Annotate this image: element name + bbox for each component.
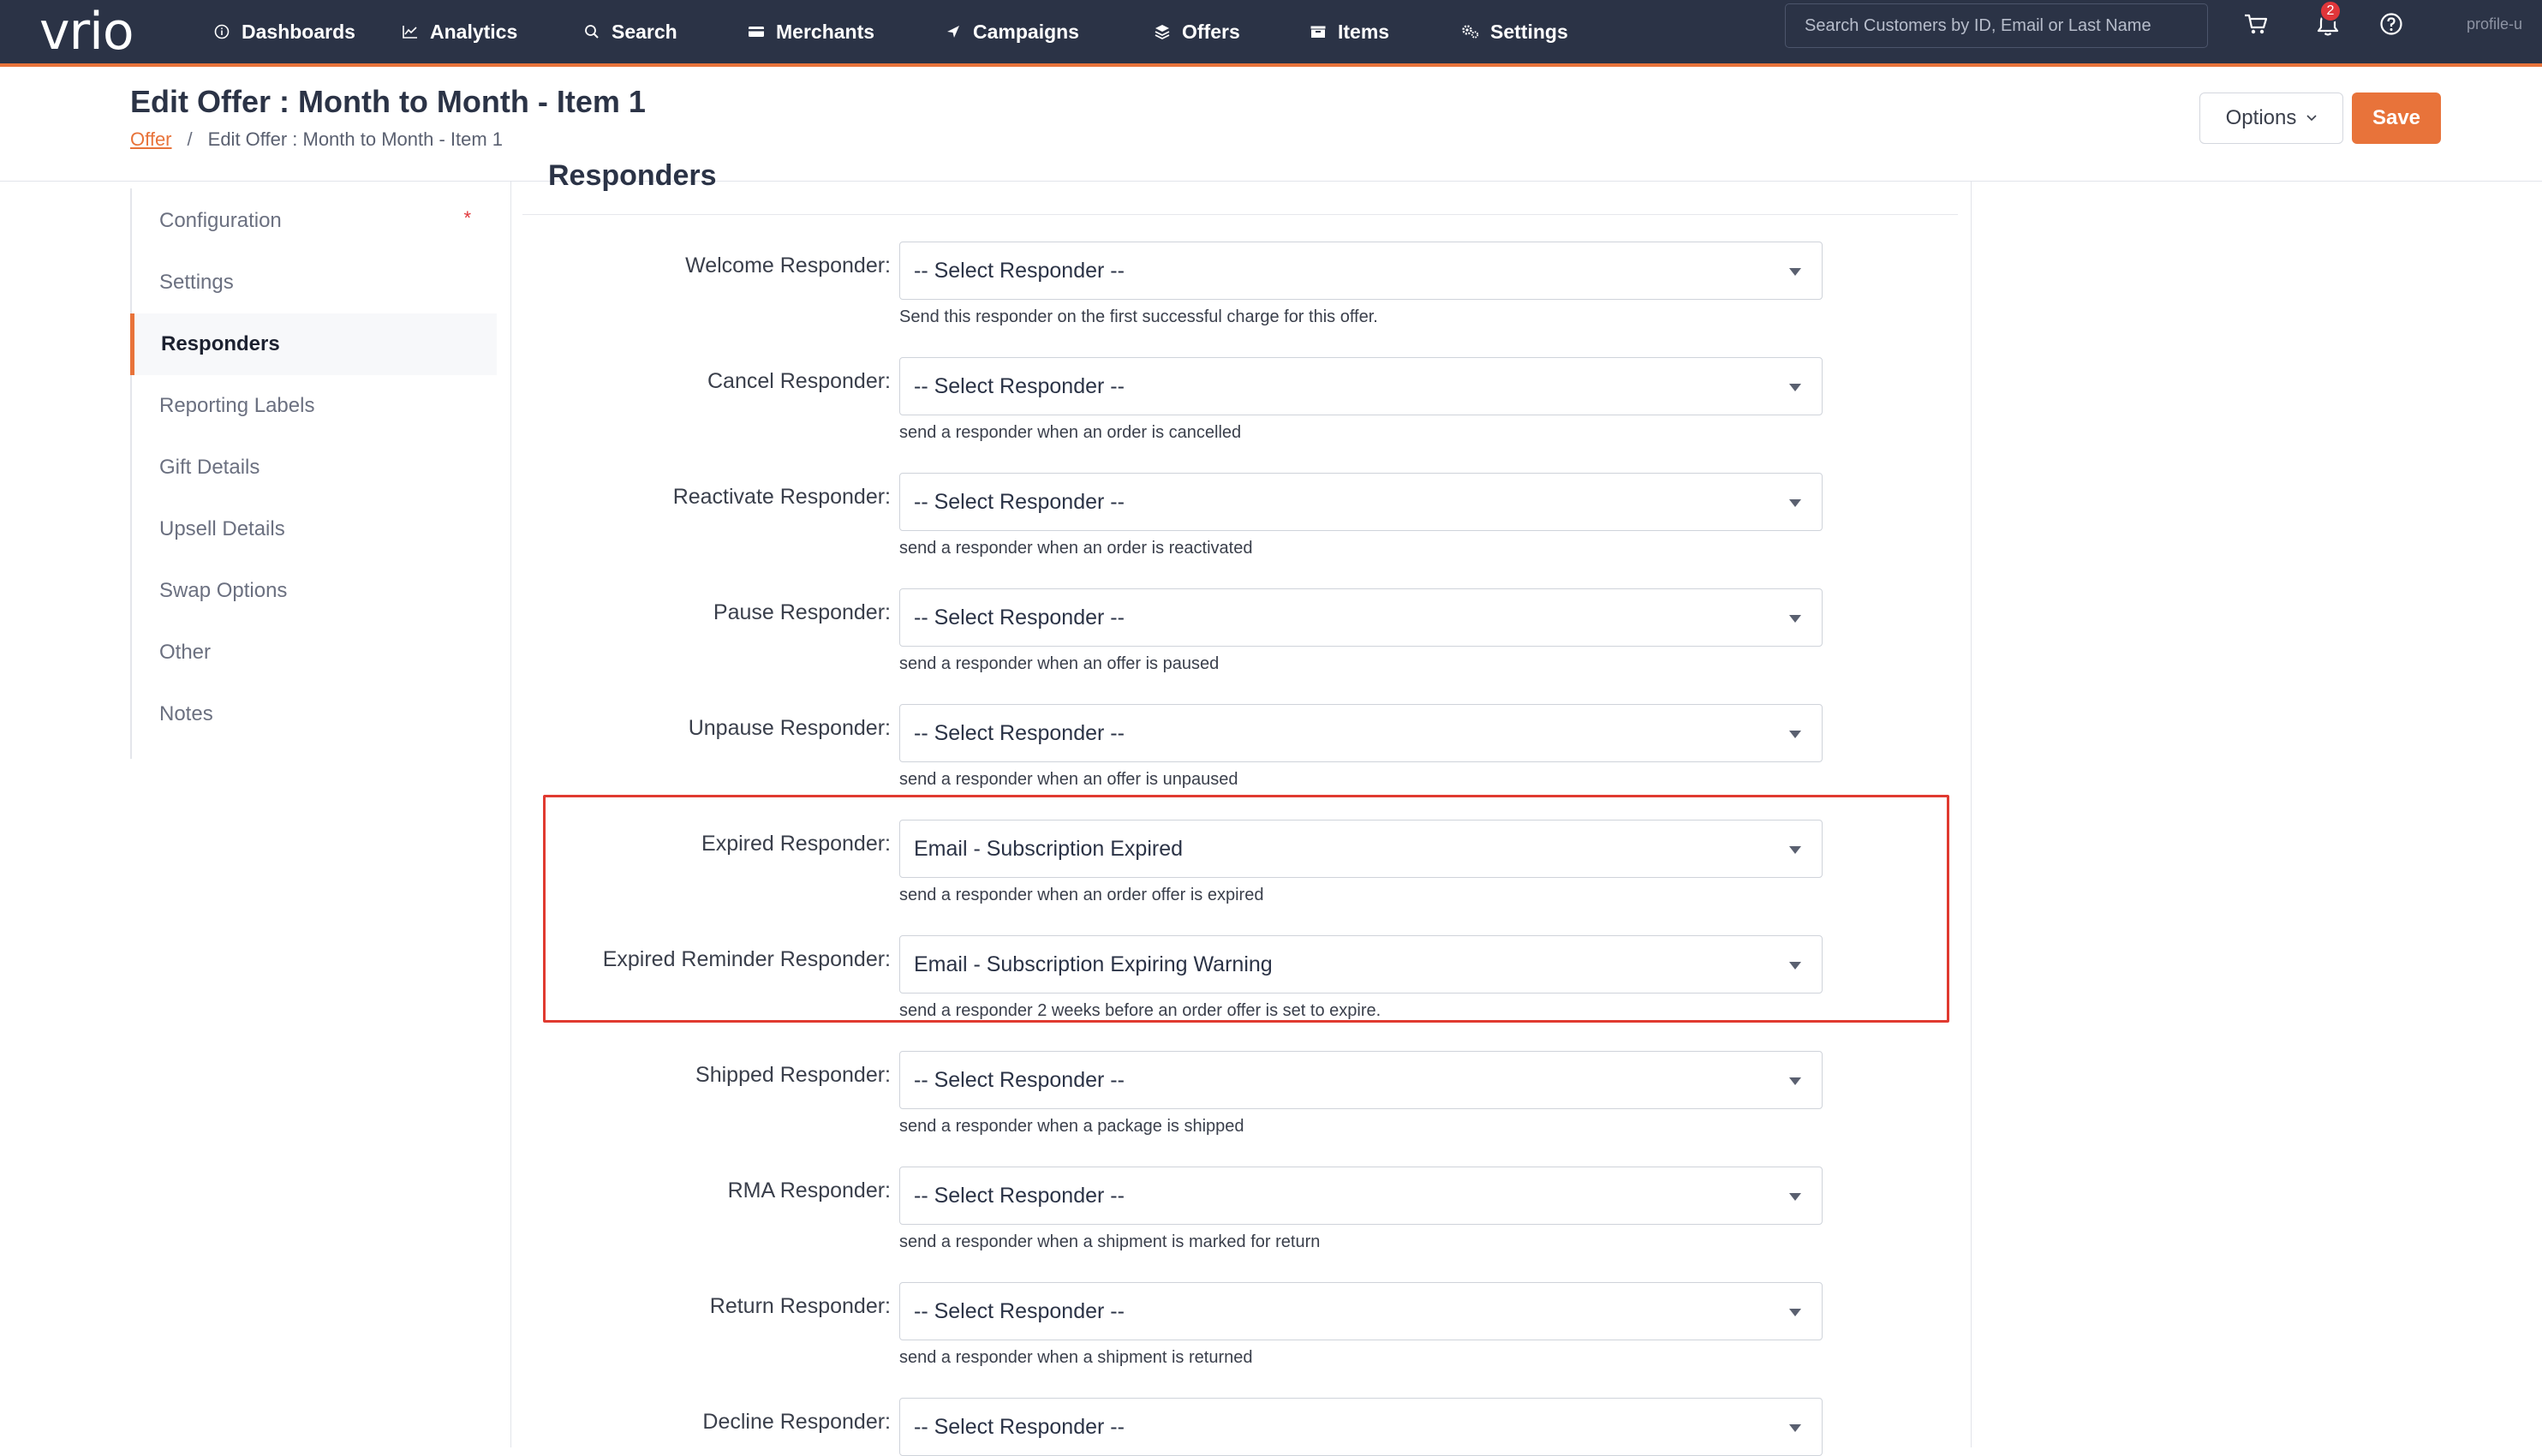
sidebar-item-label: Responders [161, 332, 280, 355]
layers-icon [1153, 22, 1172, 41]
cancel-responder-select[interactable]: -- Select Responder -- [899, 357, 1823, 415]
caret-down-icon [1789, 1077, 1801, 1085]
sidebar-item-label: Configuration [159, 209, 282, 232]
search-icon [582, 22, 601, 41]
required-marker: * [463, 207, 471, 229]
info-circle-icon [212, 22, 231, 41]
pause-responder-label: Pause Responder: [713, 600, 891, 624]
welcome-responder-label: Welcome Responder: [685, 254, 891, 277]
nav-search[interactable]: Search [582, 0, 677, 63]
reactivate-responder-select[interactable]: -- Select Responder -- [899, 473, 1823, 531]
shipped-responder-hint: send a responder when a package is shipp… [899, 1117, 1244, 1136]
line-chart-icon [401, 22, 420, 41]
help-icon[interactable] [2376, 9, 2407, 39]
cart-icon[interactable] [2241, 9, 2271, 39]
unpause-responder-hint: send a responder when an offer is unpaus… [899, 770, 1238, 789]
search-placeholder: Search Customers by ID, Email or Last Na… [1805, 15, 2151, 35]
nav-offers-label: Offers [1182, 20, 1240, 43]
welcome-responder-select[interactable]: -- Select Responder -- [899, 242, 1823, 300]
select-value: -- Select Responder -- [914, 1183, 1125, 1208]
vrio-logo[interactable]: vrio [39, 2, 134, 62]
send-icon [944, 22, 963, 41]
breadcrumb: Offer / Edit Offer : Month to Month - It… [130, 128, 503, 151]
nav-search-label: Search [612, 20, 677, 43]
caret-down-icon [1789, 1309, 1801, 1316]
section-title: Responders [548, 159, 717, 192]
shipped-responder-label: Shipped Responder: [695, 1063, 891, 1087]
customer-search-input[interactable]: Search Customers by ID, Email or Last Na… [1785, 3, 2208, 48]
select-value: -- Select Responder -- [914, 720, 1125, 745]
page-header: Edit Offer : Month to Month - Item 1 Off… [0, 67, 2542, 182]
page-title: Edit Offer : Month to Month - Item 1 [130, 84, 646, 119]
notification-badge: 2 [2319, 0, 2342, 22]
select-value: -- Select Responder -- [914, 605, 1125, 630]
pause-responder-select[interactable]: -- Select Responder -- [899, 588, 1823, 647]
sidebar-item-label: Other [159, 641, 212, 664]
sidebar-item-label: Swap Options [159, 579, 288, 602]
decline-responder-label: Decline Responder: [702, 1410, 891, 1434]
nav-settings-label: Settings [1490, 20, 1568, 43]
select-value: -- Select Responder -- [914, 373, 1125, 398]
select-value: -- Select Responder -- [914, 1414, 1125, 1439]
select-value: -- Select Responder -- [914, 489, 1125, 514]
unpause-responder-select[interactable]: -- Select Responder -- [899, 704, 1823, 762]
shipped-responder-select[interactable]: -- Select Responder -- [899, 1051, 1823, 1109]
breadcrumb-separator: / [187, 128, 193, 150]
return-responder-hint: send a responder when a shipment is retu… [899, 1348, 1253, 1367]
nav-analytics-label: Analytics [430, 20, 518, 43]
return-responder-select[interactable]: -- Select Responder -- [899, 1282, 1823, 1340]
cancel-responder-hint: send a responder when an order is cancel… [899, 423, 1242, 442]
reactivate-responder-hint: send a responder when an order is reacti… [899, 539, 1253, 558]
caret-down-icon [1789, 499, 1801, 507]
return-responder-label: Return Responder: [709, 1294, 891, 1318]
nav-merchants[interactable]: Merchants [747, 0, 874, 63]
divider [522, 214, 1958, 215]
breadcrumb-offer-link[interactable]: Offer [130, 128, 172, 151]
caret-down-icon [1789, 1424, 1801, 1432]
caret-down-icon [1789, 1193, 1801, 1201]
gears-icon [1461, 22, 1480, 41]
welcome-responder-hint: Send this responder on the first success… [899, 307, 1378, 326]
nav-dashboards-label: Dashboards [242, 20, 355, 43]
cancel-responder-label: Cancel Responder: [707, 369, 891, 393]
reactivate-responder-label: Reactivate Responder: [672, 485, 891, 509]
nav-campaigns[interactable]: Campaigns [944, 0, 1079, 63]
options-button-label: Options [2225, 106, 2297, 129]
sidebar-item-other[interactable]: Other [132, 622, 498, 683]
nav-offers[interactable]: Offers [1119, 0, 1274, 67]
nav-campaigns-label: Campaigns [973, 20, 1079, 43]
options-button[interactable]: Options [2199, 92, 2343, 144]
caret-down-icon [1789, 615, 1801, 623]
breadcrumb-current: Edit Offer : Month to Month - Item 1 [207, 128, 504, 150]
nav-items[interactable]: Items [1309, 0, 1389, 63]
chevron-down-icon [2306, 115, 2317, 122]
top-navbar: vrio Dashboards Analytics Search Merchan… [0, 0, 2542, 67]
nav-dashboards[interactable]: Dashboards [212, 0, 355, 63]
pause-responder-hint: send a responder when an offer is paused [899, 654, 1220, 673]
nav-merchants-label: Merchants [776, 20, 875, 43]
caret-down-icon [1789, 384, 1801, 391]
sidebar-item-configuration[interactable]: Configuration * [132, 190, 498, 252]
sidebar-item-label: Reporting Labels [159, 394, 315, 417]
sidebar-item-label: Upsell Details [159, 517, 285, 540]
select-value: -- Select Responder -- [914, 1298, 1125, 1323]
rma-responder-select[interactable]: -- Select Responder -- [899, 1167, 1823, 1225]
unpause-responder-label: Unpause Responder: [688, 716, 891, 740]
rma-responder-hint: send a responder when a shipment is mark… [899, 1232, 1321, 1251]
sidebar-item-responders[interactable]: Responders [130, 313, 497, 375]
select-value: -- Select Responder -- [914, 1067, 1125, 1092]
caret-down-icon [1789, 731, 1801, 738]
caret-down-icon [1789, 268, 1801, 276]
nav-items-label: Items [1338, 20, 1390, 43]
box-icon [1309, 22, 1328, 41]
select-value: -- Select Responder -- [914, 258, 1125, 283]
nav-analytics[interactable]: Analytics [401, 0, 517, 63]
sidebar-item-label: Gift Details [159, 456, 260, 479]
highlight-box [543, 795, 1949, 1023]
rma-responder-label: RMA Responder: [727, 1179, 891, 1202]
card-icon [747, 22, 766, 41]
nav-settings[interactable]: Settings [1461, 0, 1568, 63]
avatar[interactable]: profile-u [2467, 15, 2522, 33]
save-button[interactable]: Save [2352, 92, 2441, 144]
